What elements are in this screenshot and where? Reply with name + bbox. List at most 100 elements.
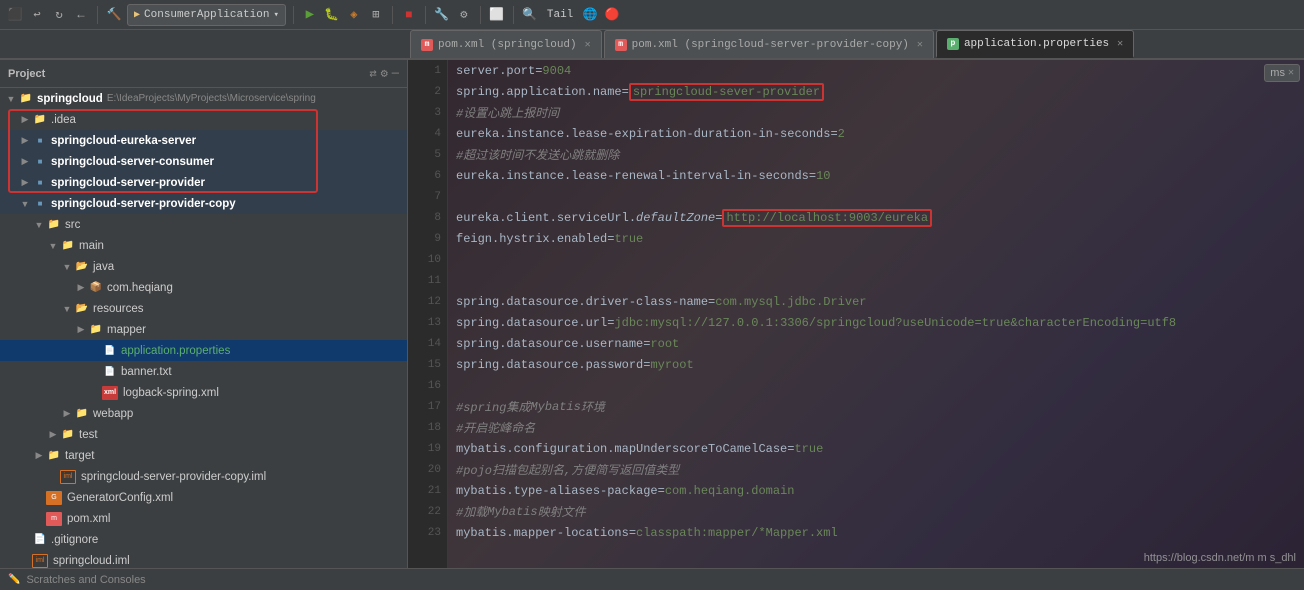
maven-icon[interactable]: ⚙: [455, 6, 473, 24]
tree-provider-copy[interactable]: ▼ ■ springcloud-server-provider-copy: [0, 193, 407, 214]
search-icon[interactable]: 🔍: [521, 6, 539, 24]
tree-resources-label: resources: [93, 303, 144, 315]
tree-root-folder-icon: 📁: [18, 92, 34, 106]
tree-test-icon: 📁: [60, 428, 76, 442]
tree-webapp-icon: 📁: [74, 407, 90, 421]
tab-pom2-label: pom.xml (springcloud-server-provider-cop…: [632, 39, 909, 51]
ln-19: 19: [408, 438, 447, 459]
ln-16: 16: [408, 375, 447, 396]
tree-provider-copy-arrow: ▼: [18, 199, 32, 209]
tree-banner-label: banner.txt: [121, 366, 172, 378]
sidebar-collapse-all[interactable]: ⇄: [369, 66, 376, 81]
tree-src[interactable]: ▼ 📁 src: [0, 214, 407, 235]
tab-pom2-close[interactable]: ✕: [917, 39, 923, 51]
tree-target[interactable]: ▶ 📁 target: [0, 445, 407, 466]
tab-props[interactable]: p application.properties ✕: [936, 30, 1134, 58]
tree-webapp-arrow: ▶: [60, 408, 74, 419]
tree-idea[interactable]: ▶ 📁 .idea: [0, 109, 407, 130]
tree-provider-copy-icon: ■: [32, 197, 48, 211]
tree-provider-copy-label: springcloud-server-provider-copy: [51, 198, 236, 210]
toolbar-sep-2: [293, 6, 294, 24]
sidebar-gear[interactable]: ⚙: [381, 66, 388, 81]
tree-package-arrow: ▶: [74, 282, 88, 293]
sidebar-actions: ⇄ ⚙ —: [369, 66, 399, 81]
tree-consumer-label: springcloud-server-consumer: [51, 156, 214, 168]
code-line-20: #pojo扫描包起别名,方便简写返回值类型: [456, 459, 1296, 480]
ms-badge-close[interactable]: ✕: [1288, 67, 1294, 79]
tab-pom1-close[interactable]: ✕: [585, 39, 591, 51]
tree-banner[interactable]: ▶ 📄 banner.txt: [0, 361, 407, 382]
tab-pom1[interactable]: m pom.xml (springcloud) ✕: [410, 30, 602, 58]
scratches-label[interactable]: Scratches and Consoles: [26, 574, 145, 586]
tree-generator-xml[interactable]: ▶ G GeneratorConfig.xml: [0, 487, 407, 508]
tree-webapp[interactable]: ▶ 📁 webapp: [0, 403, 407, 424]
code-area[interactable]: server.port=9004 spring.application.name…: [448, 60, 1304, 568]
tree-java[interactable]: ▼ 📂 java: [0, 256, 407, 277]
ln-4: 4: [408, 123, 447, 144]
sidebar-tree[interactable]: ▼ 📁 springcloud E:\IdeaProjects\MyProjec…: [0, 88, 407, 568]
toolbar-sep-3: [392, 6, 393, 24]
code-line-4: eureka.instance.lease-expiration-duratio…: [456, 123, 1296, 144]
attach-button[interactable]: ⊞: [367, 6, 385, 24]
tree-springcloud-iml[interactable]: ▶ iml springcloud.iml: [0, 550, 407, 568]
tree-resources[interactable]: ▼ 📂 resources: [0, 298, 407, 319]
tree-logback[interactable]: ▶ xml logback-spring.xml: [0, 382, 407, 403]
tree-root-path: E:\IdeaProjects\MyProjects\Microservice\…: [107, 93, 316, 104]
sidebar-minimize[interactable]: —: [392, 66, 399, 81]
editor-content[interactable]: 1 2 3 4 5 6 7 8 9 10 11 12 13 14 15 16 1…: [408, 60, 1304, 568]
build-icon[interactable]: 🔧: [433, 6, 451, 24]
stop-button[interactable]: ■: [400, 6, 418, 24]
code-l3: #设置心跳上报时间: [456, 104, 559, 121]
tree-idea-arrow: ▶: [18, 114, 32, 125]
tree-src-icon: 📁: [46, 218, 62, 232]
tree-main[interactable]: ▼ 📁 main: [0, 235, 407, 256]
code-line-6: eureka.instance.lease-renewal-interval-i…: [456, 165, 1296, 186]
toolbar-icon-refresh[interactable]: ↻: [50, 6, 68, 24]
code-line-9: feign.hystrix.enabled=true: [456, 228, 1296, 249]
tree-test[interactable]: ▶ 📁 test: [0, 424, 407, 445]
project-selector[interactable]: ▶ ConsumerApplication ▾: [127, 4, 286, 26]
status-bar: ✏️ Scratches and Consoles: [0, 568, 1304, 590]
tree-provider-label: springcloud-server-provider: [51, 177, 205, 189]
tree-app-props-label: application.properties: [121, 345, 230, 357]
sidebar-title: Project: [8, 68, 45, 80]
tree-gitignore[interactable]: ▶ 📄 .gitignore: [0, 529, 407, 550]
tree-provider[interactable]: ▶ ■ springcloud-server-provider: [0, 172, 407, 193]
toolbar-sep-5: [480, 6, 481, 24]
run-button[interactable]: ▶: [301, 6, 319, 24]
extra-icon[interactable]: 🔴: [603, 6, 621, 24]
window-icon[interactable]: ⬜: [488, 6, 506, 24]
tree-pom-pc-label: pom.xml: [67, 513, 110, 525]
tab-pom2[interactable]: m pom.xml (springcloud-server-provider-c…: [604, 30, 934, 58]
tree-root[interactable]: ▼ 📁 springcloud E:\IdeaProjects\MyProjec…: [0, 88, 407, 109]
debug-button[interactable]: 🐛: [323, 6, 341, 24]
ln-5: 5: [408, 144, 447, 165]
ln-8: 8: [408, 207, 447, 228]
toolbar-icon-2[interactable]: ↩: [28, 6, 46, 24]
tree-iml-provider-copy[interactable]: ▶ iml springcloud-server-provider-copy.i…: [0, 466, 407, 487]
tree-banner-icon: 📄: [102, 365, 118, 379]
translate-icon[interactable]: 🌐: [581, 6, 599, 24]
tab-pom2-icon: m: [615, 39, 627, 51]
tree-app-props[interactable]: ▶ 📄 application.properties: [0, 340, 407, 361]
code-l5: #超过该时间不发送心跳就删除: [456, 146, 619, 163]
ln-23: 23: [408, 522, 447, 543]
tree-mapper[interactable]: ▶ 📁 mapper: [0, 319, 407, 340]
toolbar-icon-back[interactable]: ←: [72, 6, 90, 24]
line-numbers: 1 2 3 4 5 6 7 8 9 10 11 12 13 14 15 16 1…: [408, 60, 448, 568]
tree-java-label: java: [93, 261, 114, 273]
tab-props-close[interactable]: ✕: [1117, 38, 1123, 50]
tree-target-icon: 📁: [46, 449, 62, 463]
main-toolbar: ⬛ ↩ ↻ ← 🔨 ▶ ConsumerApplication ▾ ▶ 🐛 ◈ …: [0, 0, 1304, 30]
tree-eureka-server[interactable]: ▶ ■ springcloud-eureka-server: [0, 130, 407, 151]
code-line-5: #超过该时间不发送心跳就删除: [456, 144, 1296, 165]
run-coverage-button[interactable]: ◈: [345, 6, 363, 24]
tree-consumer[interactable]: ▶ ■ springcloud-server-consumer: [0, 151, 407, 172]
toolbar-icon-build[interactable]: 🔨: [105, 6, 123, 24]
tree-pom-pc[interactable]: ▶ m pom.xml: [0, 508, 407, 529]
ln-15: 15: [408, 354, 447, 375]
tree-gen-label: GeneratorConfig.xml: [67, 492, 173, 504]
toolbar-icon-1[interactable]: ⬛: [6, 6, 24, 24]
sidebar-tree-container: ▼ 📁 springcloud E:\IdeaProjects\MyProjec…: [0, 88, 407, 568]
tree-package[interactable]: ▶ 📦 com.heqiang: [0, 277, 407, 298]
